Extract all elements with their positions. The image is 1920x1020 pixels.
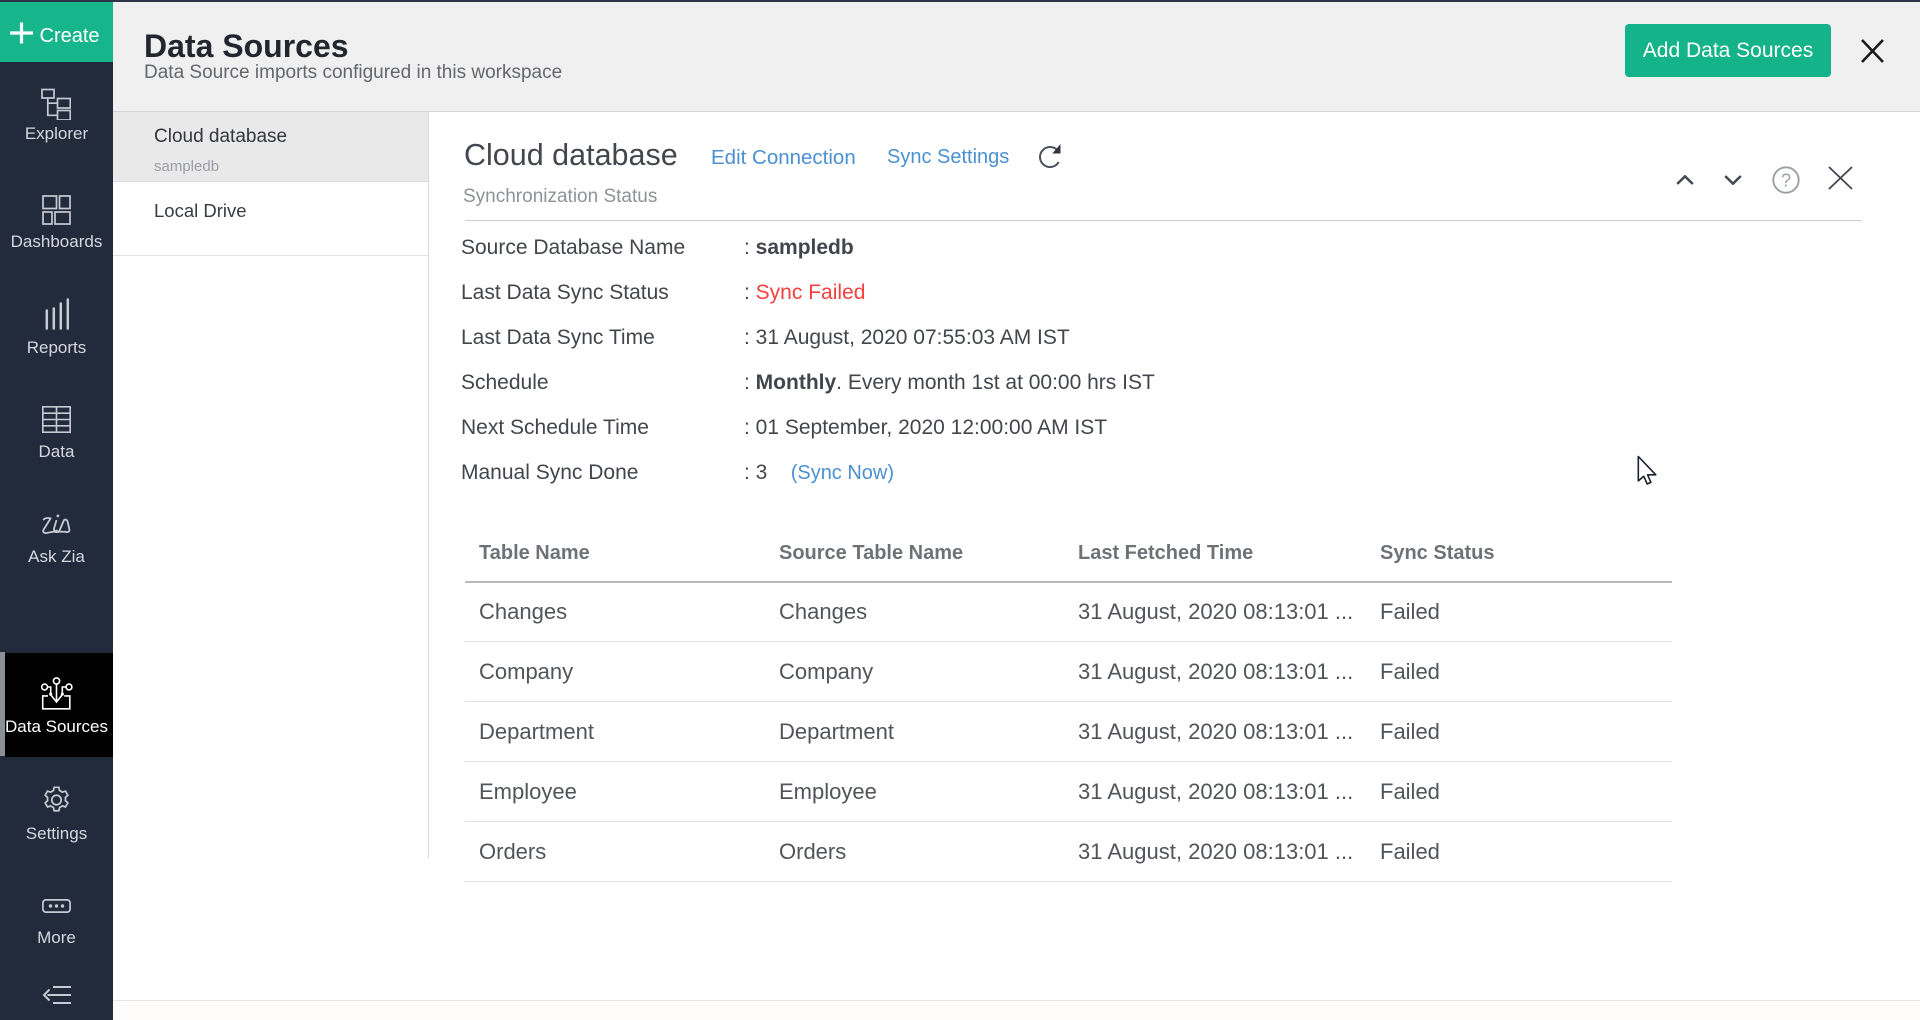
svg-text:?: ? <box>1781 171 1791 191</box>
